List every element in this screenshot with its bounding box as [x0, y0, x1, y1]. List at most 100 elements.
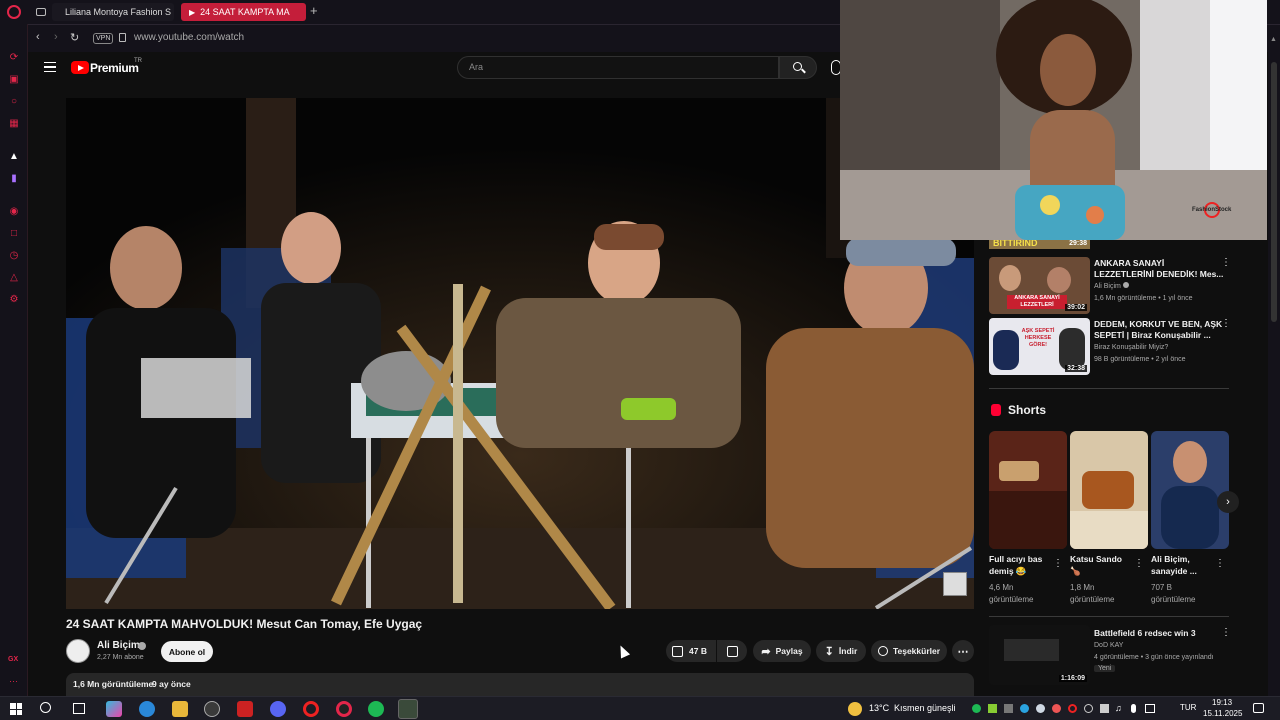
task-view-icon[interactable]	[73, 703, 85, 714]
short-more-icon[interactable]: ⋮	[1053, 558, 1063, 569]
short-title-2[interactable]: sanayide ...	[1151, 566, 1197, 577]
short-more-icon[interactable]: ⋮	[1134, 558, 1144, 569]
channel-avatar[interactable]	[66, 639, 90, 663]
forward-icon[interactable]: ›	[54, 31, 58, 43]
search-input[interactable]: Ara	[457, 56, 779, 79]
premium-logo-text[interactable]: Premium	[90, 61, 139, 75]
rec-item[interactable]: ANKARA SANAYİ LEZZETLERİ 39:02 ANKARA SA…	[989, 257, 1231, 314]
rec-more-icon[interactable]: ⋮	[1221, 257, 1231, 268]
bookmark-icon[interactable]: □	[8, 228, 20, 240]
channel-watermark-icon[interactable]	[943, 572, 967, 596]
page-scrollbar[interactable]	[1268, 52, 1280, 696]
short-title-1[interactable]: Ali Biçim,	[1151, 554, 1190, 565]
tray-spotify-icon[interactable]	[972, 704, 981, 713]
opera-gx-icon[interactable]	[336, 701, 352, 717]
twitch-icon[interactable]: ▮	[8, 173, 20, 185]
voicemod-icon[interactable]	[237, 701, 253, 717]
clock-time[interactable]: 19:13	[1212, 698, 1232, 707]
language-indicator[interactable]: TUR	[1180, 703, 1196, 712]
tab-fashion[interactable]: Liliana Montoya Fashion S	[52, 3, 174, 21]
settings-icon[interactable]: ⚙	[8, 294, 20, 306]
tray-app-icon[interactable]	[988, 704, 997, 713]
mic-icon[interactable]	[1131, 704, 1136, 713]
more-dots-icon[interactable]: ···	[9, 676, 18, 686]
new-tab-button[interactable]: +	[310, 4, 318, 18]
active-app-icon[interactable]	[398, 699, 418, 719]
tray-opera-icon[interactable]	[1068, 704, 1077, 713]
more-actions-button[interactable]: ⋯	[952, 640, 974, 662]
player-icon[interactable]: ◉	[8, 206, 20, 218]
history-icon[interactable]: ⟳	[8, 52, 20, 64]
tray-steam-icon[interactable]	[1036, 704, 1045, 713]
app-icon[interactable]	[204, 701, 220, 717]
weather-icon[interactable]	[848, 702, 862, 716]
like-button[interactable]: 47 B	[666, 640, 716, 662]
url-field[interactable]: www.youtube.com/watch	[134, 32, 244, 43]
rec-partial-thumb[interactable]: BITTIRIND 29:38	[989, 240, 1090, 249]
tab-overview-icon[interactable]	[36, 8, 46, 16]
network-icon[interactable]	[1145, 704, 1155, 713]
opera-icon[interactable]	[303, 701, 319, 717]
messenger-icon[interactable]: ○	[8, 96, 20, 108]
dislike-button[interactable]	[717, 640, 747, 662]
shorts-next-button[interactable]: ›	[1217, 491, 1239, 513]
short-title-1[interactable]: Full acıyı bas	[989, 554, 1042, 565]
vpn-badge[interactable]: VPN	[93, 33, 114, 44]
windows-start-icon[interactable]	[10, 703, 22, 715]
explorer-icon[interactable]	[172, 701, 188, 717]
clock-date[interactable]: 15.11.2025	[1203, 709, 1242, 718]
short-title-1[interactable]: Katsu Sando	[1070, 554, 1122, 565]
opera-logo-icon[interactable]	[7, 5, 21, 19]
search-button[interactable]	[779, 56, 817, 79]
youtube-logo-icon[interactable]	[71, 61, 89, 74]
box-icon[interactable]: △	[8, 272, 20, 284]
mini-player[interactable]: FashionStock	[840, 0, 1267, 240]
bag-icon[interactable]: ▣	[8, 74, 20, 86]
edge-icon[interactable]	[139, 701, 155, 717]
back-icon[interactable]: ‹	[36, 31, 40, 43]
rec-more-icon[interactable]: ⋮	[1221, 627, 1231, 638]
weather-text[interactable]: Kısmen güneşli	[894, 703, 956, 713]
scroll-up-icon[interactable]: ▲	[1270, 36, 1277, 43]
gx-label[interactable]: GX	[8, 656, 18, 663]
tray-discord-icon[interactable]	[1052, 704, 1061, 713]
speaker-icon[interactable]: ♫	[1115, 703, 1122, 713]
weather-temp[interactable]: 13°C	[869, 703, 889, 713]
spotify-icon[interactable]	[368, 701, 384, 717]
short-thumbnail[interactable]	[1151, 431, 1229, 549]
short-thumbnail[interactable]	[989, 431, 1067, 549]
menu-icon[interactable]	[44, 62, 56, 72]
search-icon[interactable]	[40, 702, 51, 713]
video-player[interactable]	[66, 98, 974, 609]
aria-icon[interactable]: ▲	[8, 151, 20, 163]
rec-thumbnail[interactable]: ANKARA SANAYİ LEZZETLERİ 39:02	[989, 257, 1090, 314]
rec-channel: Ali Biçim	[1094, 281, 1129, 292]
copilot-icon[interactable]	[106, 701, 122, 717]
rec-thumbnail[interactable]: 1:16:09	[989, 625, 1090, 685]
rec-item[interactable]: AŞK SEPETİ HERKESE GÖRE! 32:38 DEDEM, KO…	[989, 318, 1231, 375]
rec-item[interactable]: 1:16:09 Battlefield 6 redsec win 3 DoD K…	[989, 625, 1231, 685]
download-button[interactable]: ↧ İndir	[816, 640, 866, 662]
news-icon[interactable]: ▦	[8, 118, 20, 130]
discord-icon[interactable]	[270, 701, 286, 717]
reload-icon[interactable]: ↻	[70, 31, 79, 44]
short-title-2[interactable]: 🍗	[1070, 566, 1081, 577]
clock-icon[interactable]: ◷	[8, 250, 20, 262]
tray-misc-icon[interactable]	[1084, 704, 1093, 713]
speaker-icon[interactable]: ▶	[189, 8, 195, 17]
channel-name[interactable]: Ali Biçim	[97, 640, 140, 651]
tab-active-video[interactable]: ▶ 24 SAAT KAMPTA MA	[181, 3, 306, 21]
short-thumbnail[interactable]	[1070, 431, 1148, 549]
rec-more-icon[interactable]: ⋮	[1221, 318, 1231, 329]
rec-thumbnail[interactable]: AŞK SEPETİ HERKESE GÖRE! 32:38	[989, 318, 1090, 375]
description-box[interactable]: 1,6 Mn görüntüleme 9 ay önce	[66, 673, 974, 696]
share-button[interactable]: ➦ Paylaş	[753, 640, 811, 662]
tray-telegram-icon[interactable]	[1020, 704, 1029, 713]
short-title-2[interactable]: demiş 😂	[989, 566, 1027, 577]
tray-vpn-icon[interactable]	[1100, 704, 1109, 713]
short-more-icon[interactable]: ⋮	[1215, 558, 1225, 569]
tray-nvidia-icon[interactable]	[1004, 704, 1013, 713]
notification-icon[interactable]	[1253, 703, 1264, 713]
subscribe-button[interactable]: Abone ol	[161, 641, 213, 662]
thanks-button[interactable]: Teşekkürler	[871, 640, 947, 662]
